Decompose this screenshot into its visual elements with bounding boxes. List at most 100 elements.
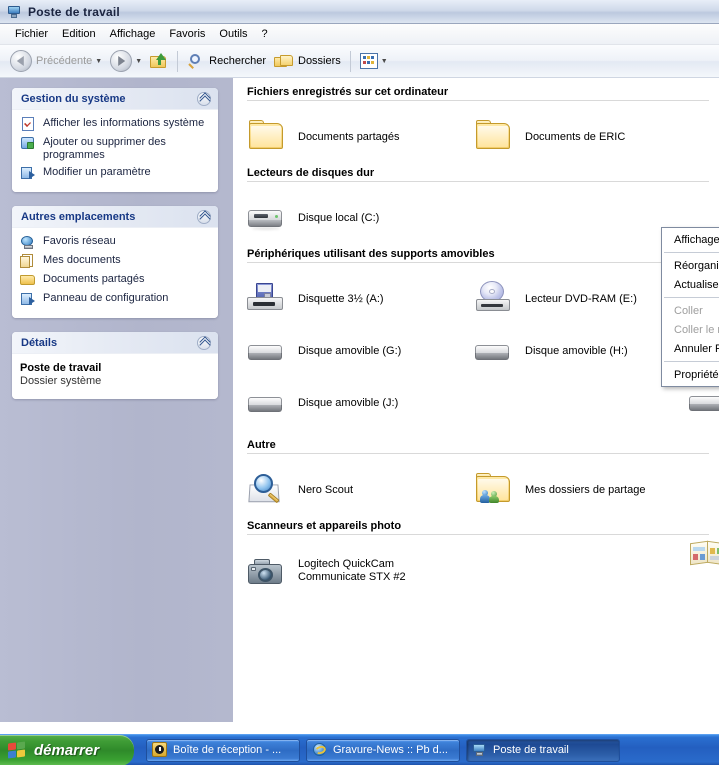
internet-explorer-icon	[312, 742, 328, 758]
list-item[interactable]: Documents partagés	[245, 111, 472, 163]
section-heading: Périphériques utilisant des supports amo…	[247, 248, 495, 260]
window-title: Poste de travail	[28, 4, 120, 19]
chevron-up-icon[interactable]	[197, 91, 211, 106]
sidebar-item-label: Favoris réseau	[43, 235, 116, 247]
menu-outils[interactable]: Outils	[212, 26, 254, 42]
panel-other-places: Autres emplacements Favoris réseau Mes d…	[12, 206, 218, 318]
context-menu-item-undo[interactable]: Annuler Renommer	[662, 339, 719, 358]
menu-edition[interactable]: Edition	[55, 26, 103, 42]
list-item[interactable]: Disque amovible (J:)	[245, 377, 472, 429]
list-item-label: Logitech QuickCam Communicate STX #2	[298, 558, 406, 583]
removable-disk-icon-partial[interactable]	[686, 382, 719, 422]
chevron-up-icon[interactable]	[197, 335, 211, 350]
taskbar-button-inbox[interactable]: Boîte de réception - ...	[146, 738, 300, 762]
sidebar-item-my-documents[interactable]: Mes documents	[20, 253, 212, 269]
start-button[interactable]: démarrer	[0, 734, 134, 765]
scanner-book-icon-partial[interactable]	[688, 534, 719, 574]
menu-help[interactable]: ?	[255, 26, 275, 42]
list-item-label: Documents partagés	[298, 130, 400, 143]
chevron-down-icon[interactable]: ▼	[135, 58, 142, 65]
section-items: Logitech QuickCam Communicate STX #2	[245, 535, 719, 597]
panel-details-title: Détails	[21, 336, 58, 349]
panel-other-places-header[interactable]: Autres emplacements	[12, 206, 218, 228]
panel-system-tasks-title: Gestion du système	[21, 92, 126, 105]
list-item[interactable]: Disquette 3½ (A:)	[245, 273, 472, 325]
section-items: Disquette 3½ (A:) Lecteur DVD-RAM (E:) D…	[245, 263, 719, 429]
context-menu-item-arrange-icons[interactable]: Réorganiser les icônes par	[662, 256, 719, 275]
taskbar-button-gravure-news[interactable]: Gravure-News :: Pb d...	[306, 738, 460, 762]
section-items: Disque local (C:)	[245, 182, 719, 244]
menu-fichier[interactable]: Fichier	[8, 26, 55, 42]
panel-details-body: Poste de travail Dossier système	[12, 354, 218, 399]
list-item[interactable]: Disque amovible (G:)	[245, 325, 472, 377]
windows-flag-icon	[8, 740, 27, 759]
toolbar-separator	[177, 50, 179, 72]
taskbar-buttons: Boîte de réception - ... Gravure-News ::…	[146, 738, 620, 762]
panel-system-tasks-body: Afficher les informations système Ajoute…	[12, 110, 218, 192]
section-heading: Scanneurs et appareils photo	[247, 520, 402, 532]
list-item[interactable]: Mes dossiers de partage	[472, 464, 699, 516]
toolbar: Précédente ▼ ▼ Rechercher Dossiers ▼	[0, 45, 719, 78]
shared-folder-icon	[245, 117, 289, 157]
my-computer-icon	[6, 4, 22, 20]
context-menu-item-paste-shortcut: Coller le raccourci	[674, 323, 719, 336]
context-menu-separator	[664, 297, 719, 298]
sidebar-item-shared-documents[interactable]: Documents partagés	[20, 272, 212, 288]
views-icon	[359, 53, 378, 69]
context-menu[interactable]: Affichage Réorganiser les icônes par Act…	[661, 227, 719, 387]
forward-button[interactable]: ▼	[106, 48, 146, 74]
chevron-up-icon[interactable]	[197, 209, 211, 224]
list-item-label: Disque local (C:)	[298, 211, 380, 224]
taskbar-button-label: Gravure-News :: Pb d...	[333, 744, 448, 756]
folders-icon	[274, 53, 294, 69]
details-item-type: Dossier système	[20, 375, 102, 387]
context-menu-item-affichage[interactable]: Affichage	[662, 230, 719, 249]
chevron-down-icon[interactable]: ▼	[95, 58, 102, 65]
sidebar-item-label: Documents partagés	[43, 273, 145, 285]
folder-icon	[472, 117, 516, 157]
sidebar-item-add-remove-programs[interactable]: Ajouter ou supprimer des programmes	[20, 135, 212, 162]
sidebar-item-label: Ajouter ou supprimer des programmes	[43, 136, 166, 161]
panel-system-tasks-header[interactable]: Gestion du système	[12, 88, 218, 110]
panel-details-header[interactable]: Détails	[12, 332, 218, 354]
list-item[interactable]: Logitech QuickCam Communicate STX #2	[245, 545, 495, 597]
file-list-view[interactable]: Fichiers enregistrés sur cet ordinateur …	[233, 78, 719, 722]
list-item-label: Disquette 3½ (A:)	[298, 292, 384, 305]
list-item-label: Disque amovible (H:)	[525, 344, 628, 357]
my-computer-icon	[472, 742, 488, 758]
explorer-body: Gestion du système Afficher les informat…	[0, 78, 719, 722]
section-heading: Fichiers enregistrés sur cet ordinateur	[247, 86, 449, 98]
views-button[interactable]: ▼	[356, 48, 392, 74]
search-button[interactable]: Rechercher	[183, 48, 270, 74]
panel-other-places-body: Favoris réseau Mes documents Documents p…	[12, 228, 218, 318]
section-removable-storage: Périphériques utilisant des supports amo…	[245, 248, 719, 429]
chevron-down-icon[interactable]: ▼	[381, 58, 388, 65]
menu-favoris[interactable]: Favoris	[162, 26, 212, 42]
sidebar-item-system-info[interactable]: Afficher les informations système	[20, 116, 212, 132]
list-item[interactable]: Disque local (C:)	[245, 192, 472, 244]
list-item-label: Lecteur DVD-RAM (E:)	[525, 292, 637, 305]
taskbar-button-my-computer[interactable]: Poste de travail	[466, 738, 620, 762]
context-menu-item-properties[interactable]: Propriétés	[662, 365, 719, 384]
list-item[interactable]: Documents de ERIC	[472, 111, 699, 163]
back-button[interactable]: Précédente ▼	[6, 48, 106, 74]
menu-affichage[interactable]: Affichage	[103, 26, 163, 42]
camera-icon	[245, 551, 289, 591]
floppy-drive-icon	[245, 279, 289, 319]
search-icon	[187, 53, 205, 69]
sidebar-item-network-places[interactable]: Favoris réseau	[20, 234, 212, 250]
context-menu-item-refresh[interactable]: Actualiser	[662, 275, 719, 294]
context-menu-separator	[664, 252, 719, 253]
up-folder-icon	[150, 53, 168, 69]
list-item-label: Nero Scout	[298, 483, 354, 496]
sidebar-item-change-setting[interactable]: Modifier un paramètre	[20, 165, 212, 181]
list-item[interactable]: Nero Scout	[245, 464, 472, 516]
sidebar-item-control-panel[interactable]: Panneau de configuration	[20, 291, 212, 307]
back-arrow-icon	[10, 50, 32, 72]
taskbar-button-label: Boîte de réception - ...	[173, 744, 282, 756]
control-panel-icon	[20, 291, 36, 307]
shared-documents-icon	[20, 272, 36, 288]
folders-button[interactable]: Dossiers	[270, 48, 345, 74]
up-button[interactable]	[146, 48, 172, 74]
window-titlebar[interactable]: Poste de travail	[0, 0, 719, 24]
